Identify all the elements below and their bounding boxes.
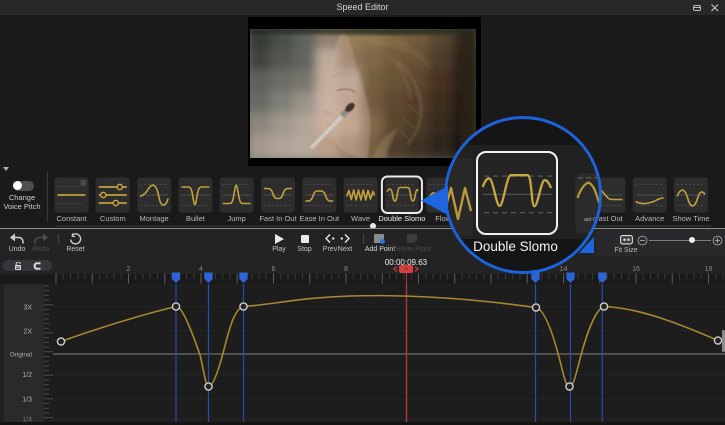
svg-text:3X: 3X	[23, 304, 32, 311]
svg-text:2X: 2X	[23, 328, 32, 335]
svg-text:4: 4	[199, 266, 203, 273]
svg-text:2: 2	[127, 266, 131, 273]
svg-text:Original: Original	[10, 351, 33, 358]
svg-text:1/3: 1/3	[22, 396, 32, 403]
svg-text:1/2: 1/2	[22, 372, 32, 379]
svg-text:8: 8	[344, 266, 348, 273]
svg-text:16: 16	[632, 266, 640, 273]
svg-text:6: 6	[272, 266, 276, 273]
svg-text:18: 18	[705, 266, 713, 273]
